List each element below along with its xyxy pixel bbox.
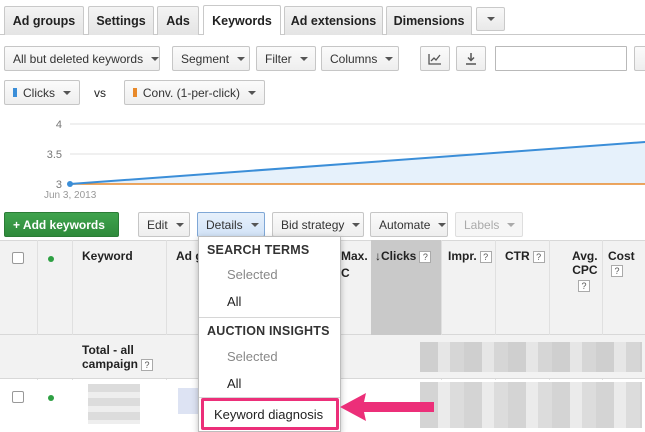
menu-divider — [199, 317, 340, 318]
line-chart-icon — [428, 53, 441, 65]
column-header-cost[interactable]: Cost? — [608, 249, 645, 277]
chevron-down-icon — [151, 56, 160, 61]
redacted-keyword — [88, 384, 140, 424]
redacted-values — [420, 342, 642, 372]
search-input[interactable] — [495, 46, 627, 71]
segment-label: Segment — [181, 51, 230, 66]
bid-strategy-dropdown[interactable]: Bid strategy — [272, 212, 364, 237]
total-label: Total - all campaign? — [82, 343, 154, 371]
tab-ad-extensions[interactable]: Ad extensions — [284, 6, 383, 35]
filter-label: Filter — [265, 51, 292, 66]
automate-dropdown[interactable]: Automate — [370, 212, 448, 237]
chevron-down-icon — [486, 17, 495, 21]
tab-ad-groups[interactable]: Ad groups — [4, 6, 84, 35]
columns-dropdown[interactable]: Columns — [321, 46, 399, 71]
menu-section-auction-insights: AUCTION INSIGHTS — [207, 324, 330, 338]
edit-dropdown[interactable]: Edit — [138, 212, 190, 237]
metric1-dropdown[interactable]: Clicks — [4, 80, 80, 105]
ctr-header-label: CTR — [505, 249, 530, 263]
select-all-checkbox[interactable] — [12, 252, 24, 264]
row-checkbox[interactable] — [12, 391, 24, 403]
columns-label: Columns — [330, 51, 378, 66]
automate-label: Automate — [379, 217, 431, 232]
column-header-avgcpc[interactable]: Avg. CPC — [572, 249, 598, 277]
help-icon[interactable]: ? — [141, 358, 154, 371]
chevron-down-icon — [175, 222, 184, 227]
chevron-down-icon — [63, 90, 71, 95]
metric2-dropdown[interactable]: Conv. (1-per-click) — [124, 80, 265, 105]
tab-bar: Ad groups Settings Ads Keywords Ad exten… — [0, 0, 645, 36]
total-label-line2-wrap: campaign? — [82, 357, 154, 371]
column-header-maxcpc-2: C — [341, 266, 350, 280]
column-header-maxcpc[interactable]: Max. — [341, 249, 368, 263]
edit-label: Edit — [147, 217, 168, 232]
data-point-clicks — [67, 181, 73, 187]
column-header-clicks[interactable]: ↓Clicks? — [375, 249, 432, 263]
menu-item-auction-insights-selected[interactable]: Selected — [227, 349, 278, 364]
redacted-adgroup — [178, 388, 198, 414]
labels-dropdown[interactable]: Labels — [455, 212, 523, 237]
chevron-down-icon — [507, 222, 516, 227]
search-button[interactable] — [634, 46, 645, 71]
add-keywords-button[interactable]: + Add keywords — [4, 212, 119, 237]
performance-chart: 4 3.5 3 Jun 3, 2013 — [44, 119, 645, 200]
tab-ads[interactable]: Ads — [157, 6, 199, 35]
menu-section-search-terms: SEARCH TERMS — [207, 243, 310, 257]
chevron-down-icon — [438, 222, 447, 227]
y-tick-label: 4 — [56, 119, 62, 131]
column-header-impr[interactable]: Impr.? — [448, 249, 492, 263]
metric2-label: Conv. (1-per-click) — [142, 85, 240, 100]
download-button[interactable] — [456, 46, 486, 71]
redacted-values — [420, 382, 642, 428]
help-icon[interactable]: ? — [419, 250, 432, 263]
status-dot-icon — [48, 256, 54, 262]
chevron-down-icon — [385, 56, 394, 61]
chevron-down-icon — [248, 90, 256, 95]
column-header-ctr[interactable]: CTR? — [505, 249, 545, 263]
annotation-arrow-icon — [340, 393, 434, 421]
status-dot-icon — [48, 395, 54, 401]
total-label-line1: Total - all — [82, 343, 134, 357]
view-filter-dropdown[interactable]: All but deleted keywords — [4, 46, 160, 71]
metric1-swatch — [13, 88, 17, 97]
metric2-swatch — [133, 88, 137, 97]
y-tick-label: 3.5 — [47, 149, 62, 161]
menu-item-auction-insights-all[interactable]: All — [227, 376, 241, 391]
total-label-line2: campaign — [82, 357, 139, 371]
metric1-label: Clicks — [23, 85, 55, 100]
avgcpc-header-line2: CPC — [572, 263, 598, 277]
filter-dropdown[interactable]: Filter — [256, 46, 316, 71]
chevron-down-icon — [250, 222, 259, 227]
chevron-down-icon — [352, 222, 361, 227]
clicks-header-label: Clicks — [381, 249, 417, 263]
tab-keywords[interactable]: Keywords — [203, 5, 281, 35]
help-icon[interactable]: ? — [479, 250, 492, 263]
menu-item-search-terms-all[interactable]: All — [227, 294, 241, 309]
help-icon[interactable]: ? — [611, 264, 623, 277]
more-tabs-button[interactable] — [476, 7, 505, 31]
view-filter-label: All but deleted keywords — [13, 51, 144, 66]
keyword-diagnosis-highlight — [201, 398, 339, 430]
column-header-keyword[interactable]: Keyword — [82, 249, 133, 263]
chevron-down-icon — [299, 56, 308, 61]
x-tick-label: Jun 3, 2013 — [44, 190, 97, 200]
chevron-down-icon — [237, 56, 246, 61]
details-dropdown[interactable]: Details — [197, 212, 265, 237]
impr-header-label: Impr. — [448, 249, 477, 263]
menu-item-search-terms-selected[interactable]: Selected — [227, 267, 278, 282]
tab-dimensions[interactable]: Dimensions — [386, 6, 472, 35]
help-icon[interactable]: ? — [532, 250, 545, 263]
bid-strategy-label: Bid strategy — [281, 217, 345, 232]
labels-label: Labels — [464, 217, 500, 232]
details-label: Details — [206, 217, 243, 232]
toggle-chart-button[interactable] — [420, 46, 450, 71]
cost-header-label: Cost — [608, 249, 635, 263]
download-icon — [466, 53, 476, 65]
vs-label: vs — [94, 86, 106, 100]
avgcpc-header-line1: Avg. — [572, 249, 598, 263]
tab-settings[interactable]: Settings — [88, 6, 154, 35]
segment-dropdown[interactable]: Segment — [172, 46, 250, 71]
help-icon[interactable]: ? — [578, 280, 590, 292]
